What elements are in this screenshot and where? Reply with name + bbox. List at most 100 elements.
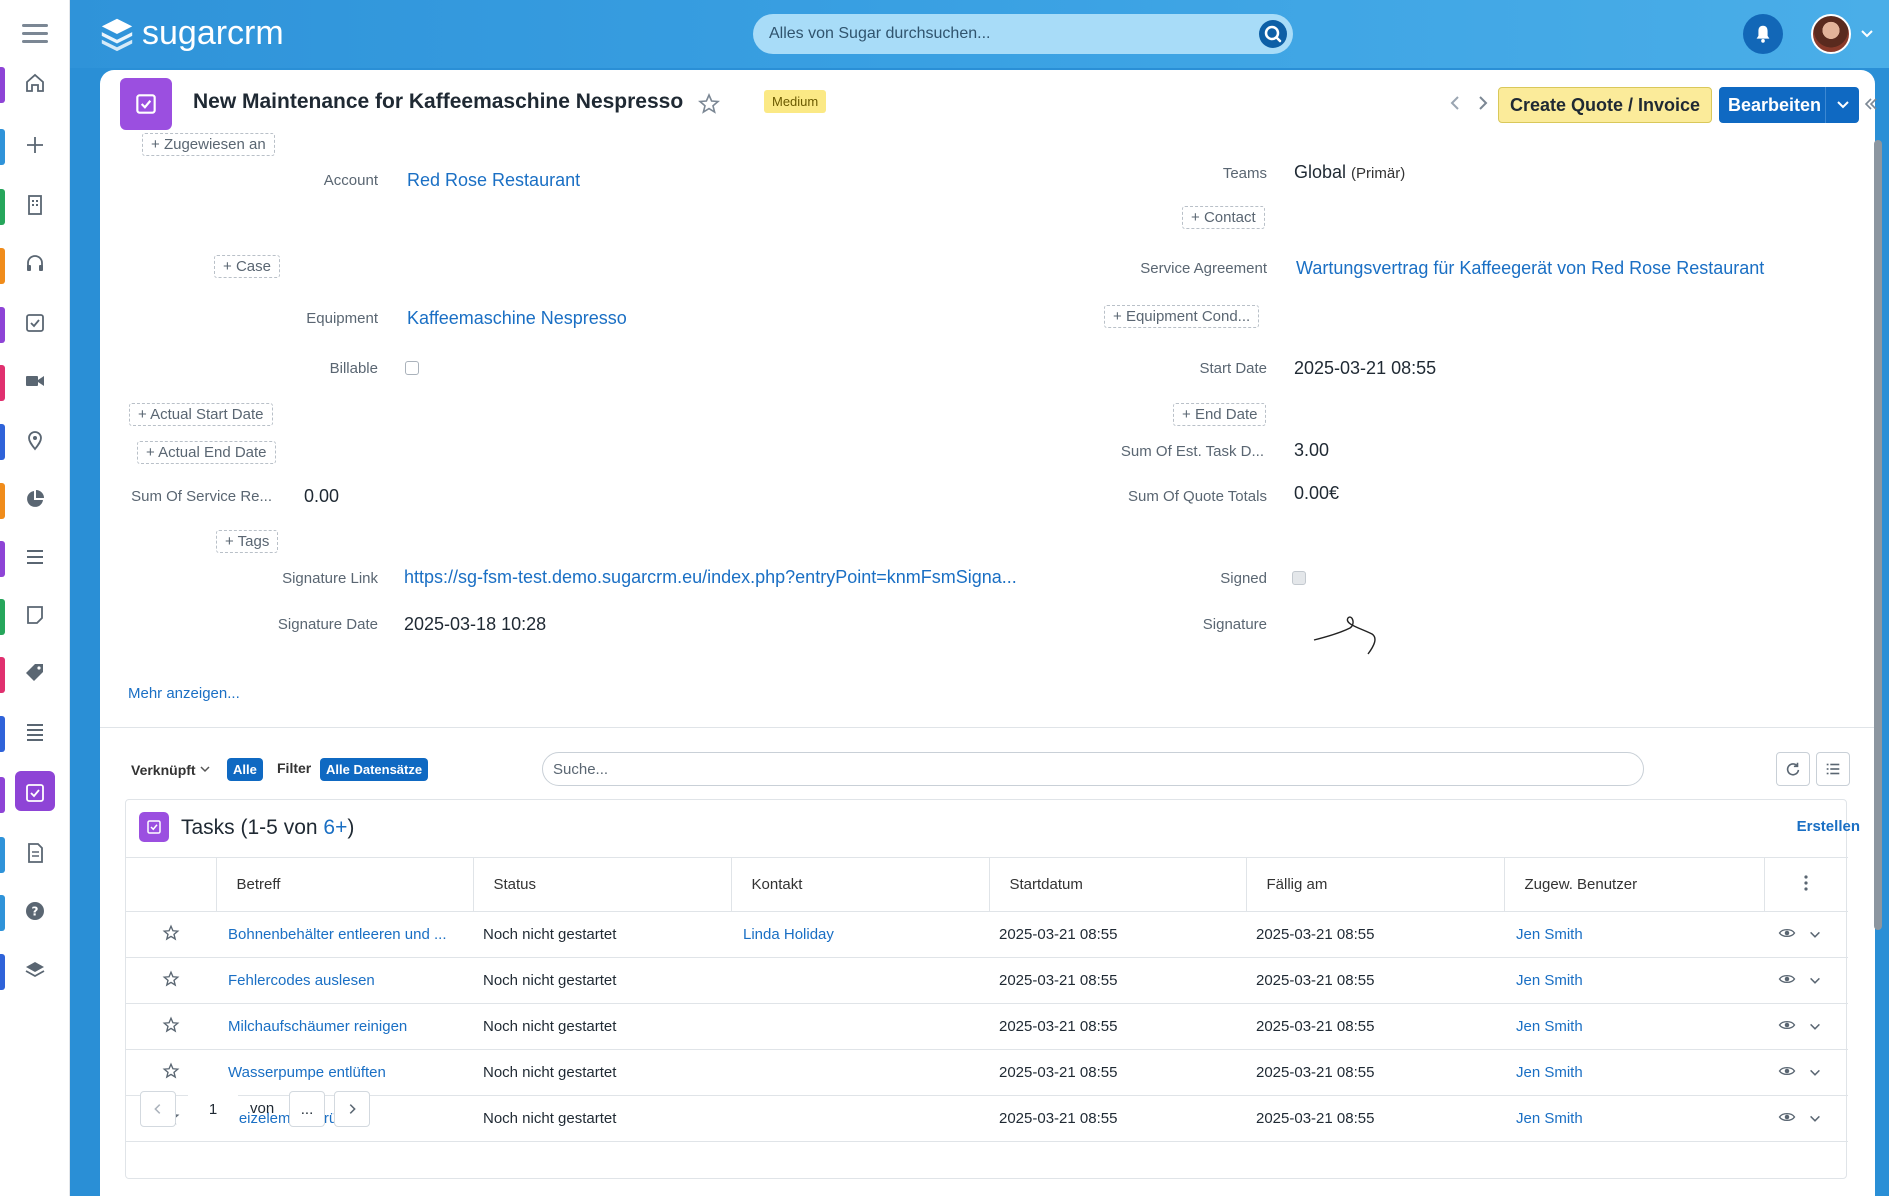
preview-eye-icon[interactable]	[1778, 1108, 1796, 1126]
table-row[interactable]: Milchaufschäumer reinigen Noch nicht gest…	[126, 1003, 1848, 1050]
table-row[interactable]: Heizelement prüfenNoch nicht gestartet20…	[126, 1095, 1848, 1142]
favorite-star-icon[interactable]	[162, 924, 180, 942]
pager-next-button[interactable]	[334, 1091, 370, 1127]
nav-item-layers[interactable]	[0, 942, 70, 998]
column-header-status[interactable]: Status	[473, 857, 732, 912]
row-actions-chevron-down-icon[interactable]	[1808, 974, 1822, 988]
pager-previous-button[interactable]	[140, 1091, 176, 1127]
nav-item-help[interactable]: ?	[0, 883, 70, 939]
signature-link[interactable]: https://sg-fsm-test.demo.sugarcrm.eu/ind…	[404, 567, 1017, 588]
task-due-date: 2025-03-21 08:55	[1246, 1095, 1504, 1142]
menu-icon[interactable]	[22, 24, 48, 44]
edit-button[interactable]: Bearbeiten	[1719, 87, 1859, 123]
nav-item-list[interactable]	[0, 529, 70, 585]
column-header-subject[interactable]: Betreff	[216, 857, 474, 912]
nav-item-task[interactable]	[0, 295, 70, 351]
task-assigned-user-link[interactable]: Jen Smith	[1516, 926, 1583, 943]
task-subject-link[interactable]: Wasserpumpe entlüften	[228, 1064, 386, 1081]
add-actual-start-date-button[interactable]: + Actual Start Date	[129, 403, 273, 426]
sugarcrm-logo[interactable]: sugarcrm	[98, 14, 284, 53]
row-favorite-cell[interactable]	[126, 957, 216, 1004]
row-actions-chevron-down-icon[interactable]	[1808, 1112, 1822, 1126]
row-favorite-cell[interactable]	[126, 1049, 216, 1096]
add-actual-end-date-button[interactable]: + Actual End Date	[137, 441, 276, 464]
task-subject-link[interactable]: Bohnenbehälter entleeren und ...	[228, 926, 447, 943]
collapse-sidebar-icon[interactable]	[1863, 96, 1879, 112]
nav-item-pie-chart[interactable]	[0, 471, 70, 527]
task-assigned-user-link[interactable]: Jen Smith	[1516, 972, 1583, 989]
subpanel-search-input[interactable]: Suche...	[542, 752, 1644, 786]
filter-all-records-pill[interactable]: Alle Datensätze	[320, 758, 429, 781]
nav-item-map-pin[interactable]	[0, 412, 70, 468]
notifications-bell-icon[interactable]	[1743, 14, 1783, 54]
signature-date-value: 2025-03-18 10:28	[404, 614, 547, 634]
add-tags-button[interactable]: + Tags	[216, 530, 279, 553]
global-search-input[interactable]: Alles von Sugar durchsuchen...	[753, 14, 1293, 54]
nav-color-bar	[0, 424, 5, 460]
nav-item-video[interactable]	[0, 353, 70, 409]
previous-record-icon[interactable]	[1444, 92, 1466, 114]
table-row[interactable]: Bohnenbehälter entleeren und ... Noch nic…	[126, 911, 1848, 958]
billable-checkbox[interactable]	[405, 361, 419, 375]
preview-eye-icon[interactable]	[1778, 1016, 1796, 1034]
preview-eye-icon[interactable]	[1778, 1062, 1796, 1080]
search-icon[interactable]	[1259, 20, 1287, 48]
row-actions-chevron-down-icon[interactable]	[1808, 1066, 1822, 1080]
task-assigned-user-link[interactable]: Jen Smith	[1516, 1018, 1583, 1035]
list-view-button[interactable]	[1816, 752, 1850, 786]
add-case-button[interactable]: + Case	[214, 255, 280, 278]
add-end-date-button[interactable]: + End Date	[1173, 403, 1267, 426]
row-actions-chevron-down-icon[interactable]	[1808, 928, 1822, 942]
related-dropdown[interactable]: Verknüpft	[131, 762, 211, 778]
nav-item-plus[interactable]	[0, 117, 70, 173]
create-quote-invoice-button[interactable]: Create Quote / Invoice	[1498, 87, 1713, 123]
task-contact-link[interactable]: Linda Holiday	[743, 926, 834, 943]
task-assigned-user-link[interactable]: Jen Smith	[1516, 1110, 1583, 1127]
account-link[interactable]: Red Rose Restaurant	[407, 170, 580, 191]
nav-item-tag[interactable]	[0, 645, 70, 701]
next-record-icon[interactable]	[1472, 92, 1494, 114]
equipment-link[interactable]: Kaffeemaschine Nespresso	[407, 308, 627, 329]
pager-total-pages-button[interactable]: ...	[289, 1091, 325, 1127]
nav-item-document[interactable]	[0, 825, 70, 881]
column-header-due-date[interactable]: Fällig am	[1246, 857, 1505, 912]
show-more-link[interactable]: Mehr anzeigen...	[128, 685, 240, 702]
preview-eye-icon[interactable]	[1778, 924, 1796, 942]
table-row[interactable]: Wasserpumpe entlüften Noch nicht gestarte…	[126, 1049, 1848, 1096]
nav-item-building[interactable]	[0, 177, 70, 233]
edit-actions-dropdown[interactable]	[1825, 87, 1859, 123]
refresh-button[interactable]	[1776, 752, 1810, 786]
preview-eye-icon[interactable]	[1778, 970, 1796, 988]
favorite-star-icon[interactable]	[162, 1062, 180, 1080]
nav-item-home[interactable]	[0, 55, 70, 111]
favorite-star-icon[interactable]	[697, 92, 721, 116]
add-contact-button[interactable]: + Contact	[1182, 206, 1265, 229]
service-agreement-link[interactable]: Wartungsvertrag für Kaffeegerät von Red …	[1296, 258, 1764, 279]
favorite-star-icon[interactable]	[162, 970, 180, 988]
task-subject-link[interactable]: Milchaufschäumer reinigen	[228, 1018, 407, 1035]
table-row[interactable]: Fehlercodes auslesen Noch nicht gestartet…	[126, 957, 1848, 1004]
task-subject-link[interactable]: Fehlercodes auslesen	[228, 972, 375, 989]
column-header-assigned-user[interactable]: Zugew. Benutzer	[1504, 857, 1765, 912]
nav-item-grid-list[interactable]	[0, 704, 70, 760]
column-options-button[interactable]	[1764, 857, 1848, 912]
add-equipment-condition-button[interactable]: + Equipment Cond...	[1104, 305, 1260, 328]
user-avatar[interactable]	[1811, 14, 1851, 54]
column-header-start-date[interactable]: Startdatum	[989, 857, 1247, 912]
favorite-star-icon[interactable]	[162, 1016, 180, 1034]
nav-item-task-active[interactable]	[0, 765, 70, 821]
nav-item-headset[interactable]	[0, 236, 70, 292]
tasks-panel-title[interactable]: Tasks (1-5 von 6+)	[181, 816, 354, 840]
nav-item-note[interactable]	[0, 587, 70, 643]
task-assigned-user-link[interactable]: Jen Smith	[1516, 1064, 1583, 1081]
row-favorite-cell[interactable]	[126, 911, 216, 958]
row-actions-chevron-down-icon[interactable]	[1808, 1020, 1822, 1034]
page-scrollbar[interactable]	[1874, 140, 1882, 930]
column-header-contact[interactable]: Kontakt	[731, 857, 990, 912]
chevron-down-icon[interactable]	[1859, 26, 1875, 42]
create-task-button[interactable]: Erstellen	[1797, 818, 1860, 835]
related-all-pill[interactable]: Alle	[227, 758, 263, 781]
add-assigned-to-button[interactable]: + Zugewiesen an	[142, 133, 275, 156]
row-favorite-cell[interactable]	[126, 1003, 216, 1050]
pager-page-input[interactable]: 1	[188, 1091, 238, 1127]
